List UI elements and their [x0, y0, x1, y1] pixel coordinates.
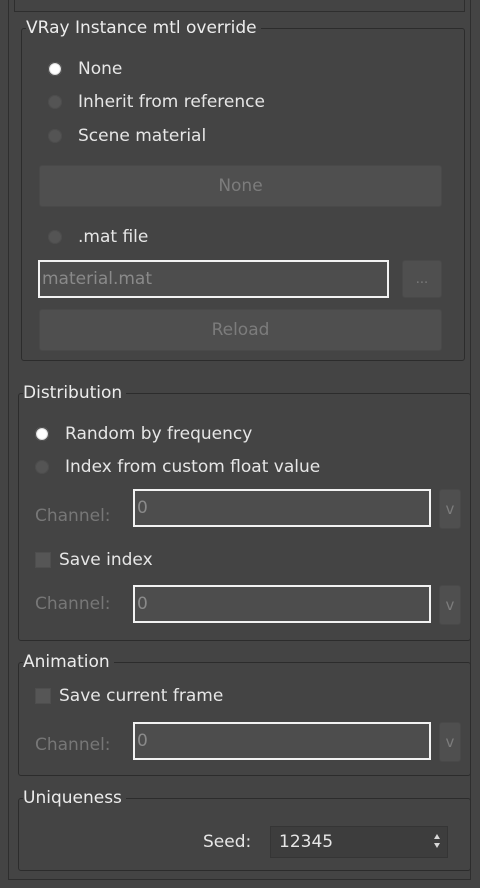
save-current-frame-check-box[interactable] — [35, 688, 51, 704]
radio-inherit-from-reference[interactable]: Inherit from reference — [48, 90, 265, 114]
seed-label: Seed: — [203, 832, 252, 852]
material-pick-button[interactable]: None — [39, 165, 442, 207]
animation-channel-label: Channel: — [35, 735, 111, 755]
distribution-channel-input[interactable]: 0 — [133, 489, 431, 527]
radio-mat-file-indicator[interactable] — [48, 230, 62, 244]
animation-channel-input[interactable]: 0 — [133, 722, 431, 760]
radio-none-label: None — [78, 59, 123, 79]
previous-rollout-edge — [14, 0, 465, 12]
radio-none[interactable]: None — [48, 57, 122, 81]
save-index-checkbox[interactable]: Save index — [35, 548, 153, 572]
mat-file-input[interactable]: material.mat — [38, 260, 389, 298]
animation-channel-v-button[interactable]: v — [439, 722, 461, 762]
radio-scene-material-indicator[interactable] — [48, 129, 62, 143]
distribution-channel-v-button[interactable]: v — [439, 489, 461, 529]
radio-scene-material-label: Scene material — [78, 126, 207, 146]
radio-inherit-label: Inherit from reference — [78, 92, 265, 112]
radio-random-label: Random by frequency — [65, 424, 253, 444]
mtl-override-title: VRay Instance mtl override — [26, 18, 257, 38]
save-index-channel-label: Channel: — [35, 594, 111, 614]
radio-mat-file[interactable]: .mat file — [48, 225, 148, 249]
radio-index-indicator[interactable] — [35, 460, 49, 474]
radio-random-by-frequency[interactable]: Random by frequency — [35, 422, 252, 446]
distribution-title: Distribution — [23, 383, 123, 403]
radio-random-indicator[interactable] — [35, 427, 49, 441]
uniqueness-title: Uniqueness — [23, 788, 122, 808]
browse-button[interactable]: ... — [402, 260, 442, 298]
save-index-channel-v-button[interactable]: v — [439, 585, 461, 625]
radio-index-from-custom-float[interactable]: Index from custom float value — [35, 455, 320, 479]
save-current-frame-label: Save current frame — [59, 686, 224, 706]
save-index-label: Save index — [59, 550, 153, 570]
save-index-channel-input[interactable]: 0 — [133, 585, 431, 623]
save-current-frame-checkbox[interactable]: Save current frame — [35, 684, 223, 708]
animation-title: Animation — [23, 652, 110, 672]
radio-mat-file-label: .mat file — [78, 227, 149, 247]
radio-scene-material[interactable]: Scene material — [48, 124, 206, 148]
distribution-channel-label: Channel: — [35, 506, 111, 526]
save-index-check-box[interactable] — [35, 552, 51, 568]
radio-inherit-indicator[interactable] — [48, 95, 62, 109]
radio-index-label: Index from custom float value — [65, 457, 321, 477]
reload-button[interactable]: Reload — [39, 309, 442, 351]
spinner-arrows-icon[interactable] — [433, 833, 441, 849]
radio-none-indicator[interactable] — [48, 62, 62, 76]
seed-value[interactable]: 12345 — [279, 832, 333, 852]
seed-spinner[interactable]: 12345 — [270, 826, 448, 858]
